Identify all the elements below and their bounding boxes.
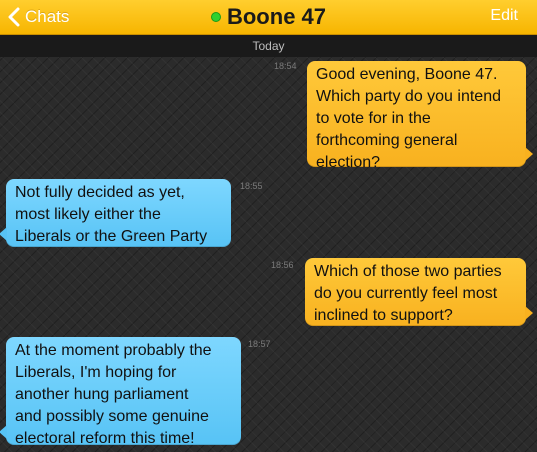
message-bubble-outgoing[interactable]: Which of those two parties do you curren… [305, 258, 533, 326]
message-timestamp: 18:56 [271, 260, 294, 270]
online-status-icon [210, 12, 221, 22]
message-text: At the moment probably the Liberals, I'm… [15, 342, 212, 447]
message-text: Which of those two parties do you curren… [314, 263, 502, 324]
message-bubble-incoming[interactable]: At the moment probably the Liberals, I'm… [0, 337, 241, 447]
date-separator: Today [0, 35, 537, 57]
edit-button[interactable]: Edit [490, 7, 518, 25]
conversation-title: Boone 47 [0, 4, 537, 30]
message-timestamp: 18:55 [240, 181, 263, 191]
message-timestamp: 18:57 [248, 339, 271, 349]
message-bubble-incoming[interactable]: Not fully decided as yet, most likely ei… [0, 179, 231, 247]
message-text: Not fully decided as yet, most likely ei… [15, 184, 208, 245]
nav-bar: Chats Boone 47 Edit [0, 0, 537, 35]
message-timestamp: 18:54 [274, 61, 297, 71]
message-bubble-outgoing[interactable]: Good evening, Boone 47. Which party do y… [307, 61, 533, 171]
message-text: Good evening, Boone 47. Which party do y… [316, 66, 501, 171]
contact-name: Boone 47 [226, 4, 327, 29]
